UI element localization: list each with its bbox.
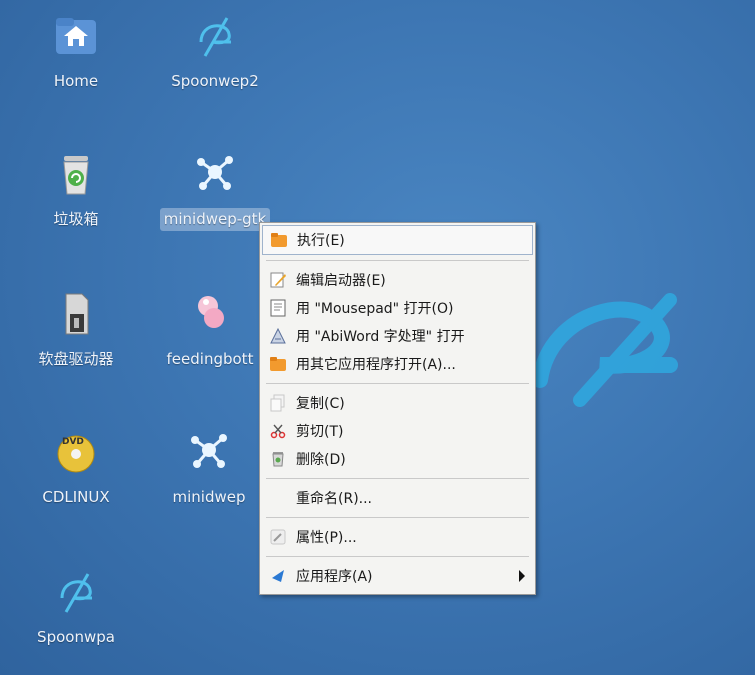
submenu-arrow-icon <box>519 570 525 582</box>
minidwep-icon <box>191 434 227 468</box>
menu-item-label: 复制(C) <box>296 396 345 412</box>
text-editor-icon <box>268 298 288 318</box>
menu-separator <box>266 383 529 384</box>
trash-icon <box>63 156 89 195</box>
menu-item-label: 属性(P)... <box>296 530 357 546</box>
desktop-icon-label: CDLINUX <box>42 488 110 506</box>
desktop-icon-label: Home <box>53 72 99 90</box>
menu-item-execute[interactable]: 执行(E) <box>262 225 533 255</box>
applications-icon <box>268 566 288 586</box>
menu-item-edit-launcher[interactable]: 编辑启动器(E) <box>260 266 535 294</box>
menu-separator <box>266 556 529 557</box>
desktop-icon-label: Spoonwpa <box>37 628 115 646</box>
properties-icon <box>268 527 288 547</box>
menu-item-cut[interactable]: 剪切(T) <box>260 417 535 445</box>
menu-item-delete[interactable]: 删除(D) <box>260 445 535 473</box>
context-menu: 执行(E) 编辑启动器(E) 用 "Mousepad" 打开(O) 用 "Abi… <box>259 222 536 595</box>
copy-icon <box>268 393 288 413</box>
menu-item-label: 应用程序(A) <box>296 569 373 585</box>
feedingbottle-icon <box>198 296 224 328</box>
floppy-drive-icon <box>65 293 89 335</box>
menu-item-label: 删除(D) <box>296 452 346 468</box>
desktop-icon-feedingbottle[interactable]: feedingbott <box>160 290 260 375</box>
spoonwep-icon <box>199 17 231 57</box>
dvd-icon: DVD <box>57 435 95 473</box>
menu-item-label: 用 "Mousepad" 打开(O) <box>296 301 454 317</box>
desktop-icon-minidwep[interactable]: minidwep <box>160 428 258 513</box>
abiword-icon <box>268 326 288 346</box>
menu-item-label: 剪切(T) <box>296 424 344 440</box>
minidwep-icon <box>197 156 233 190</box>
menu-item-label: 编辑启动器(E) <box>296 273 386 289</box>
desktop-icon-spoonwpa[interactable]: Spoonwpa <box>21 568 131 649</box>
desktop-icon-label: minidwep-gtk <box>159 208 271 231</box>
menu-item-open-abiword[interactable]: 用 "AbiWord 字处理" 打开 <box>260 322 535 350</box>
menu-item-label: 用其它应用程序打开(A)... <box>296 357 456 373</box>
menu-item-open-mousepad[interactable]: 用 "Mousepad" 打开(O) <box>260 294 535 322</box>
background-logo <box>532 293 678 407</box>
menu-item-label: 用 "AbiWord 字处理" 打开 <box>296 329 465 345</box>
scissors-icon <box>268 421 288 441</box>
folder-run-icon <box>269 230 289 250</box>
desktop-icon-label: 软盘驱动器 <box>38 350 114 368</box>
spoonwpa-icon <box>60 573 92 613</box>
menu-item-properties[interactable]: 属性(P)... <box>260 523 535 551</box>
home-folder-icon <box>56 18 96 54</box>
edit-pencil-icon <box>268 270 288 290</box>
desktop-icon-home[interactable]: Home <box>21 12 131 93</box>
folder-open-icon <box>268 354 288 374</box>
desktop-icon-label: 垃圾箱 <box>53 210 99 228</box>
desktop-icon-label: minidwep <box>172 488 246 506</box>
menu-separator <box>266 260 529 261</box>
menu-item-label: 执行(E) <box>297 233 345 249</box>
menu-item-label: 重命名(R)... <box>296 491 373 507</box>
desktop-icon-label: Spoonwep2 <box>171 72 259 90</box>
desktop-icon-trash[interactable]: 垃圾箱 <box>21 150 131 231</box>
menu-item-applications[interactable]: 应用程序(A) <box>260 562 535 590</box>
menu-item-open-with-other[interactable]: 用其它应用程序打开(A)... <box>260 350 535 378</box>
menu-separator <box>266 517 529 518</box>
desktop-icon-label: feedingbott <box>166 350 254 368</box>
menu-item-copy[interactable]: 复制(C) <box>260 389 535 417</box>
desktop-icon-floppy[interactable]: 软盘驱动器 <box>21 290 131 371</box>
desktop-icon-spoonwep2[interactable]: Spoonwep2 <box>160 12 270 93</box>
menu-separator <box>266 478 529 479</box>
menu-item-rename[interactable]: 重命名(R)... <box>260 484 535 512</box>
svg-text:DVD: DVD <box>62 437 84 447</box>
trash-small-icon <box>268 449 288 469</box>
desktop-icon-cdlinux[interactable]: DVD CDLINUX <box>21 428 131 509</box>
